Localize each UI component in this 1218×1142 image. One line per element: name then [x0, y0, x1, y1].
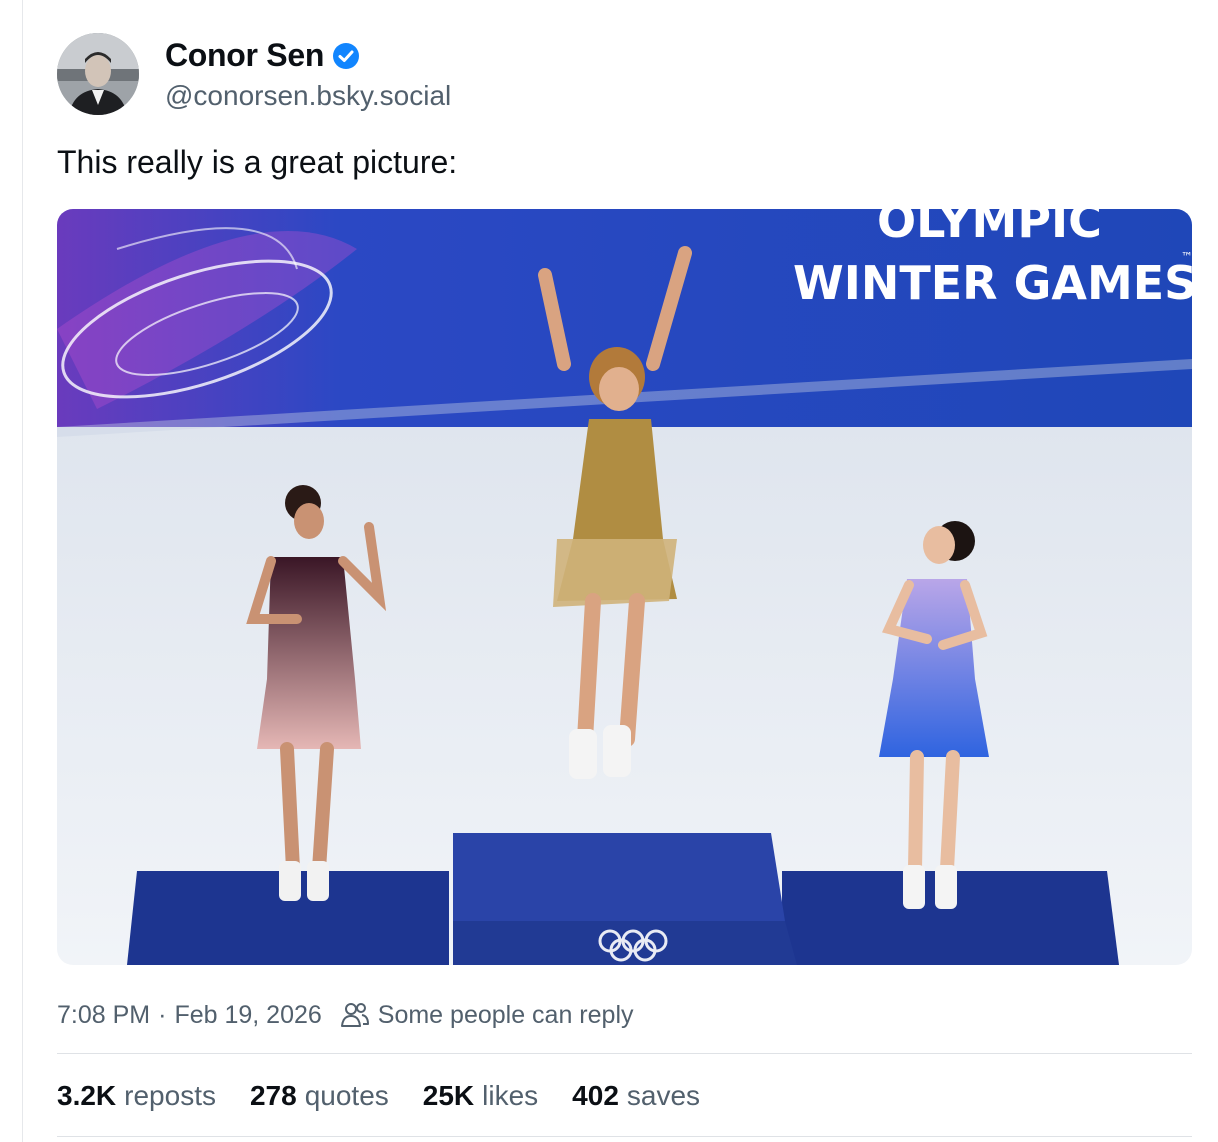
engagement-stats: 3.2K reposts 278 quotes 25K likes 402 saves	[57, 1078, 734, 1114]
post: Conor Sen @conorsen.bsky.social This rea…	[57, 0, 1192, 1142]
divider	[57, 1053, 1192, 1054]
display-name[interactable]: Conor Sen	[165, 37, 324, 74]
post-text: This really is a great picture:	[57, 144, 458, 180]
people-icon	[340, 1003, 369, 1027]
post-date[interactable]: Feb 19, 2026	[174, 1001, 321, 1030]
quotes-stat[interactable]: 278 quotes	[250, 1080, 389, 1112]
skating-podium-photo: OLYMPIC WINTER GAMES ™	[57, 209, 1192, 965]
reposts-stat[interactable]: 3.2K reposts	[57, 1080, 216, 1112]
reposts-count: 3.2K	[57, 1080, 117, 1111]
avatar[interactable]	[57, 33, 139, 115]
meta-separator: ·	[158, 1000, 167, 1029]
saves-label: saves	[626, 1080, 701, 1111]
reply-setting-label: Some people can reply	[377, 1000, 634, 1029]
likes-stat[interactable]: 25K likes	[423, 1080, 538, 1112]
reposts-label: reposts	[124, 1080, 216, 1111]
avatar-photo	[57, 33, 139, 115]
banner-winter-games: WINTER GAMES	[793, 256, 1192, 310]
author-handle[interactable]: @conorsen.bsky.social	[165, 80, 451, 112]
likes-count: 25K	[422, 1080, 475, 1111]
banner-trademark: ™	[1181, 250, 1192, 264]
saves-stat[interactable]: 402 saves	[572, 1080, 700, 1112]
post-meta: 7:08 PM · Feb 19, 2026 Some people can r…	[57, 998, 634, 1032]
post-image[interactable]: OLYMPIC WINTER GAMES ™	[57, 209, 1192, 965]
thread-rail	[22, 0, 23, 1142]
saves-count: 402	[572, 1080, 619, 1111]
banner-olympic: OLYMPIC	[877, 209, 1102, 248]
reply-setting[interactable]: Some people can reply	[340, 1001, 634, 1030]
quotes-count: 278	[249, 1080, 297, 1111]
divider-bottom	[57, 1136, 1192, 1137]
name-row: Conor Sen	[165, 37, 360, 74]
post-time[interactable]: 7:08 PM	[57, 1001, 150, 1030]
post-header: Conor Sen @conorsen.bsky.social	[57, 33, 757, 117]
quotes-label: quotes	[304, 1080, 389, 1111]
verified-badge-icon[interactable]	[332, 42, 360, 70]
likes-label: likes	[482, 1080, 539, 1111]
